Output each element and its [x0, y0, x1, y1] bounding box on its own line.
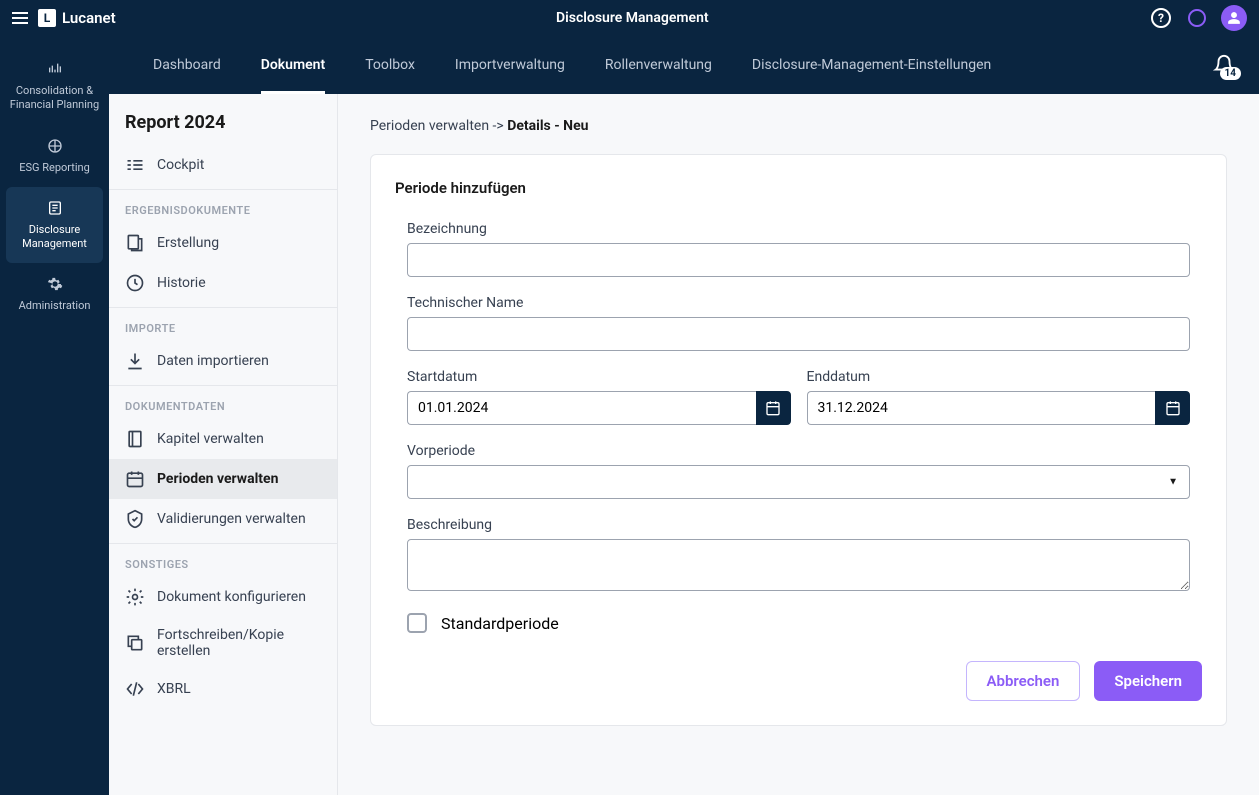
select-vorperiode[interactable]: [407, 465, 1190, 499]
checkbox-standardperiode[interactable]: [407, 613, 427, 633]
help-icon: ?: [1151, 8, 1171, 28]
rail-label: Administration: [19, 299, 91, 313]
navtab-1[interactable]: Dokument: [241, 36, 345, 94]
sidebar-item-validate[interactable]: Validierungen verwalten: [109, 499, 337, 539]
sidebar-item-xbrl[interactable]: XBRL: [109, 669, 337, 709]
sidebar-item-label: Historie: [157, 275, 206, 291]
sidebar-item-label: XBRL: [157, 681, 191, 697]
label-bezeichnung: Bezeichnung: [407, 221, 1190, 237]
sidebar-item-config[interactable]: Dokument konfigurieren: [109, 577, 337, 617]
navtab-2[interactable]: Toolbox: [345, 36, 435, 94]
navtab-3[interactable]: Importverwaltung: [435, 36, 585, 94]
user-icon: [1227, 11, 1241, 25]
brand-icon: L: [38, 9, 56, 27]
user-avatar[interactable]: [1221, 5, 1247, 31]
brand: L Lucanet: [38, 9, 116, 27]
sidebar-group-label: ERGEBNISDOKUMENTE: [109, 194, 337, 223]
gear-icon: [46, 275, 64, 293]
sidebar-group-label: DOKUMENTDATEN: [109, 390, 337, 419]
sidebar-item-chapters[interactable]: Kapitel verwalten: [109, 419, 337, 459]
breadcrumb-sep: ->: [489, 118, 507, 134]
main-content: Perioden verwalten -> Details - Neu Peri…: [338, 94, 1259, 795]
calendar-icon: [765, 400, 781, 416]
sidebar-item-cockpit[interactable]: Cockpit: [109, 145, 337, 185]
input-enddatum[interactable]: [807, 391, 1156, 425]
breadcrumb: Perioden verwalten -> Details - Neu: [370, 118, 1227, 134]
history-icon: [125, 273, 145, 293]
rail-item-3[interactable]: Administration: [0, 263, 109, 325]
textarea-beschreibung[interactable]: [407, 539, 1190, 591]
form-title: Periode hinzufügen: [395, 179, 1202, 197]
left-rail: Consolidation & Financial Planning ESG Re…: [0, 36, 109, 795]
config-icon: [125, 587, 145, 607]
rail-item-2[interactable]: Disclosure Management: [6, 187, 103, 264]
input-bezeichnung[interactable]: [407, 243, 1190, 277]
datepicker-end-button[interactable]: [1155, 391, 1190, 425]
chart-icon: [46, 60, 64, 78]
breadcrumb-parent[interactable]: Perioden verwalten: [370, 118, 489, 134]
create-icon: [125, 233, 145, 253]
topbar: L Lucanet Disclosure Management ?: [0, 0, 1259, 36]
notifications-count: 14: [1220, 67, 1241, 80]
rail-label: ESG Reporting: [19, 161, 90, 175]
navtab-5[interactable]: Disclosure-Management-Einstellungen: [732, 36, 1011, 94]
sidebar-item-create[interactable]: Erstellung: [109, 223, 337, 263]
sidebar-item-history[interactable]: Historie: [109, 263, 337, 303]
sidebar-group-label: SONSTIGES: [109, 548, 337, 577]
sidebar-item-label: Validierungen verwalten: [157, 511, 306, 527]
rail-item-1[interactable]: ESG Reporting: [0, 125, 109, 187]
validate-icon: [125, 509, 145, 529]
breadcrumb-current: Details - Neu: [507, 118, 588, 134]
sidebar-item-label: Kapitel verwalten: [157, 431, 264, 447]
datepicker-start-button[interactable]: [756, 391, 791, 425]
import-icon: [125, 351, 145, 371]
esg-icon: [46, 137, 64, 155]
label-standardperiode: Standardperiode: [441, 614, 559, 633]
navtab-0[interactable]: Dashboard: [133, 36, 241, 94]
sidebar-item-label: Erstellung: [157, 235, 219, 251]
doc-icon: [46, 199, 64, 217]
circle-icon: [1188, 9, 1206, 27]
sidebar-item-label: Perioden verwalten: [157, 471, 278, 487]
sidebar-group-label: IMPORTE: [109, 312, 337, 341]
label-beschreibung: Beschreibung: [407, 517, 1190, 533]
copy-icon: [125, 633, 145, 653]
help-button[interactable]: ?: [1149, 6, 1173, 30]
form-card: Periode hinzufügen Bezeichnung Technisch…: [370, 154, 1227, 726]
notifications-button[interactable]: 14: [1213, 54, 1235, 76]
label-technischer-name: Technischer Name: [407, 295, 1190, 311]
rail-item-0[interactable]: Consolidation & Financial Planning: [0, 48, 109, 125]
save-button[interactable]: Speichern: [1094, 661, 1202, 701]
cancel-button[interactable]: Abbrechen: [966, 661, 1081, 701]
brand-name: Lucanet: [62, 9, 116, 27]
sidebar-item-label: Fortschreiben/Kopie erstellen: [157, 627, 321, 659]
sidebar-item-periods[interactable]: Perioden verwalten: [109, 459, 337, 499]
sidebar-item-import[interactable]: Daten importieren: [109, 341, 337, 381]
sidebar-item-label: Daten importieren: [157, 353, 269, 369]
label-startdatum: Startdatum: [407, 369, 791, 385]
input-technischer-name[interactable]: [407, 317, 1190, 351]
cockpit-icon: [125, 155, 145, 175]
menu-toggle[interactable]: [12, 12, 28, 24]
periods-icon: [125, 469, 145, 489]
chapters-icon: [125, 429, 145, 449]
sidebar-title: Report 2024: [109, 94, 337, 145]
rail-label: Consolidation & Financial Planning: [6, 84, 103, 113]
sidebar-item-label: Cockpit: [157, 157, 204, 173]
page-title: Disclosure Management: [116, 10, 1149, 26]
sidebar-item-copy[interactable]: Fortschreiben/Kopie erstellen: [109, 617, 337, 669]
label-enddatum: Enddatum: [807, 369, 1191, 385]
sidebar-item-label: Dokument konfigurieren: [157, 589, 306, 605]
xbrl-icon: [125, 679, 145, 699]
loading-indicator: [1185, 6, 1209, 30]
rail-label: Disclosure Management: [12, 223, 97, 252]
sidebar: Report 2024 Cockpit ERGEBNISDOKUMENTE Erst…: [109, 94, 338, 795]
nav-tabs: DashboardDokumentToolboxImportverwaltung…: [109, 36, 1259, 94]
label-vorperiode: Vorperiode: [407, 443, 1190, 459]
calendar-icon: [1165, 400, 1181, 416]
input-startdatum[interactable]: [407, 391, 756, 425]
navtab-4[interactable]: Rollenverwaltung: [585, 36, 732, 94]
